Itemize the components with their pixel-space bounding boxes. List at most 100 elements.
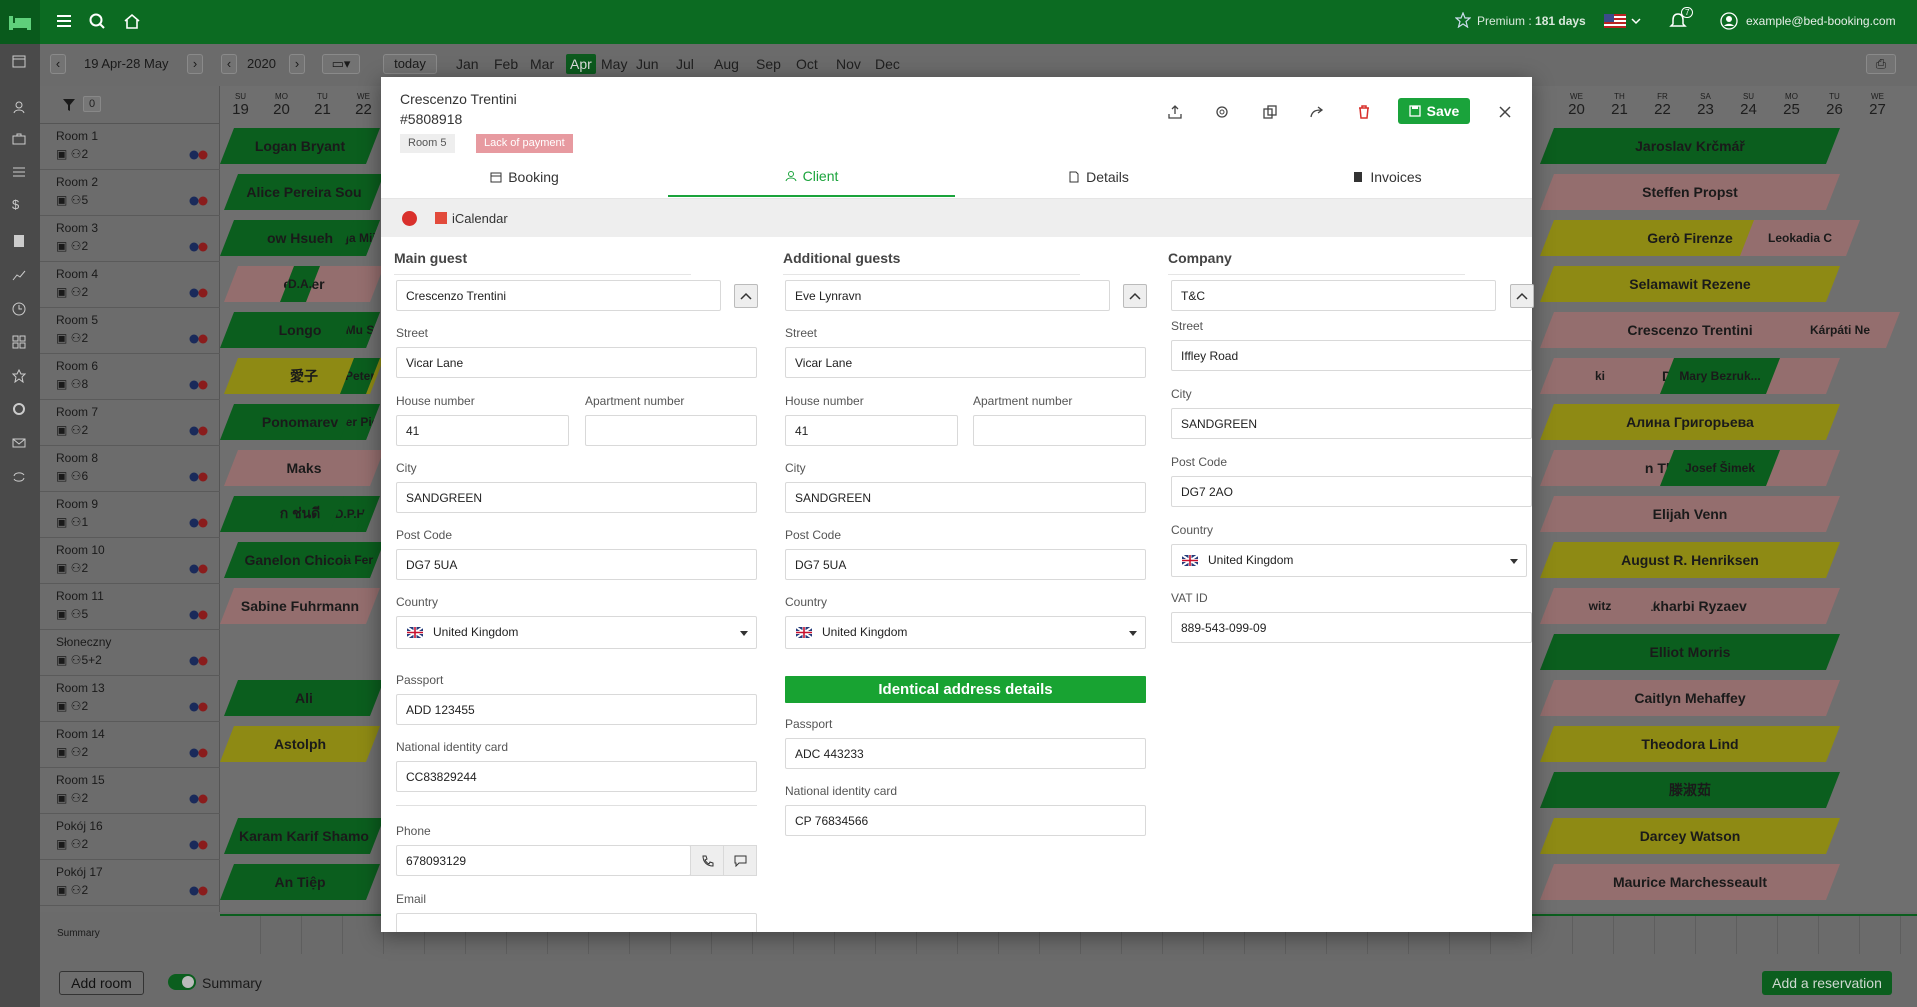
booking-block[interactable]: Logan Bryant	[220, 128, 380, 164]
month-oct[interactable]: Oct	[796, 56, 818, 72]
booking-block[interactable]: Steffen Propst	[1540, 174, 1840, 210]
booking-block[interactable]: Mary Bezruk...	[1660, 358, 1780, 394]
booking-block[interactable]: Ali	[224, 680, 384, 716]
tab-invoices[interactable]: Invoices	[1242, 157, 1532, 197]
month-jun[interactable]: Jun	[636, 56, 659, 72]
next-year-button[interactable]: ›	[289, 54, 305, 74]
user-icon[interactable]	[1720, 12, 1738, 30]
main-email-input[interactable]	[396, 913, 757, 932]
month-feb[interactable]: Feb	[494, 56, 518, 72]
collapse-company-button[interactable]	[1510, 284, 1534, 308]
document-icon[interactable]	[12, 234, 26, 248]
room-row[interactable]: Room 4 ▣ ⚇2	[40, 262, 220, 308]
company-country-select[interactable]: United Kingdom	[1171, 544, 1527, 577]
additional-passport-input[interactable]	[785, 738, 1146, 769]
room-row[interactable]: Room 7 ▣ ⚇2	[40, 400, 220, 446]
room-row[interactable]: Room 9 ▣ ⚇1	[40, 492, 220, 538]
additional-house-input[interactable]	[785, 415, 958, 446]
room-row[interactable]: Room 15 ▣ ⚇2	[40, 768, 220, 814]
additional-apartment-input[interactable]	[973, 415, 1146, 446]
main-house-input[interactable]	[396, 415, 569, 446]
booking-block[interactable]: Darcey Watson	[1540, 818, 1840, 854]
booking-block[interactable]: Caitlyn Mehaffey	[1540, 680, 1840, 716]
list-icon[interactable]	[12, 165, 26, 179]
main-street-input[interactable]	[396, 347, 757, 378]
sync-icon[interactable]	[12, 470, 26, 484]
grid-icon[interactable]	[12, 335, 26, 349]
search-icon[interactable]	[88, 12, 106, 30]
prev-year-button[interactable]: ‹	[221, 54, 237, 74]
company-city-input[interactable]	[1171, 408, 1532, 439]
booking-block[interactable]: witz	[1540, 588, 1660, 624]
bell-icon[interactable]: 7	[1668, 7, 1694, 31]
booking-block[interactable]: Josef Šimek	[1660, 450, 1780, 486]
additional-country-select[interactable]: United Kingdom	[785, 616, 1146, 649]
tab-booking[interactable]: Booking	[381, 157, 668, 197]
home-icon[interactable]	[123, 12, 141, 30]
briefcase-icon[interactable]	[12, 132, 26, 146]
booking-block[interactable]: August R. Henriksen	[1540, 542, 1840, 578]
main-phone-input[interactable]	[396, 845, 691, 876]
booking-block[interactable]: Maks	[224, 450, 384, 486]
month-sep[interactable]: Sep	[756, 56, 781, 72]
clock-icon[interactable]	[12, 302, 26, 316]
brand-bed-icon[interactable]	[0, 0, 40, 44]
room-row[interactable]: Room 10 ▣ ⚇2	[40, 538, 220, 584]
additional-street-input[interactable]	[785, 347, 1146, 378]
booking-block[interactable]: An Tiệp	[220, 864, 380, 900]
delete-icon[interactable]	[1352, 100, 1376, 124]
collapse-additional-guest-button[interactable]	[1123, 284, 1147, 308]
month-nov[interactable]: Nov	[836, 56, 861, 72]
next-range-button[interactable]: ›	[187, 54, 203, 74]
identical-address-button[interactable]: Identical address details	[785, 676, 1146, 703]
booking-block[interactable]: Elliot Morris	[1540, 634, 1840, 670]
close-icon[interactable]	[1493, 100, 1517, 124]
main-apartment-input[interactable]	[585, 415, 757, 446]
print-icon[interactable]: ⎙	[1866, 54, 1896, 74]
month-jan[interactable]: Jan	[456, 56, 479, 72]
room-row[interactable]: Pokój 16 ▣ ⚇2	[40, 814, 220, 860]
main-country-select[interactable]: United Kingdom	[396, 616, 757, 649]
room-row[interactable]: Room 2 ▣ ⚇5	[40, 170, 220, 216]
settings-gear-icon[interactable]	[1210, 100, 1234, 124]
user-email[interactable]: example@bed-booking.com	[1746, 14, 1896, 28]
save-button[interactable]: Save	[1398, 98, 1470, 124]
main-city-input[interactable]	[396, 482, 757, 513]
company-street-input[interactable]	[1171, 340, 1532, 371]
prev-range-button[interactable]: ‹	[50, 54, 66, 74]
menu-icon[interactable]	[55, 12, 73, 30]
room-row[interactable]: Słoneczny ▣ ⚇5+2	[40, 630, 220, 676]
room-row[interactable]: Room 5 ▣ ⚇2	[40, 308, 220, 354]
month-dec[interactable]: Dec	[875, 56, 900, 72]
language-selector[interactable]	[1604, 14, 1644, 28]
month-apr[interactable]: Apr	[566, 54, 596, 74]
additional-city-input[interactable]	[785, 482, 1146, 513]
upload-icon[interactable]	[1163, 100, 1187, 124]
company-name-input[interactable]	[1171, 280, 1496, 311]
booking-block[interactable]: Karam Karif Shamo	[224, 818, 384, 854]
booking-block[interactable]: Elijah Venn	[1540, 496, 1840, 532]
add-reservation-button[interactable]: Add a reservation	[1762, 971, 1892, 995]
add-room-button[interactable]: Add room	[59, 971, 144, 995]
share-icon[interactable]	[1305, 100, 1329, 124]
booking-block[interactable]: Алина Григорьева	[1540, 404, 1840, 440]
vat-id-input[interactable]	[1171, 612, 1532, 643]
main-guest-name-input[interactable]	[396, 280, 721, 311]
additional-national-id-input[interactable]	[785, 805, 1146, 836]
room-row[interactable]: Room 14 ▣ ⚇2	[40, 722, 220, 768]
copy-icon[interactable]	[1258, 100, 1282, 124]
dollar-icon[interactable]: $	[12, 197, 19, 212]
month-may[interactable]: May	[601, 56, 627, 72]
additional-postcode-input[interactable]	[785, 549, 1146, 580]
sms-button[interactable]	[723, 845, 757, 876]
date-range[interactable]: 19 Apr-28 May	[84, 56, 169, 71]
main-national-id-input[interactable]	[396, 761, 757, 792]
company-postcode-input[interactable]	[1171, 476, 1532, 507]
room-row[interactable]: Room 11 ▣ ⚇5	[40, 584, 220, 630]
room-row[interactable]: Room 3 ▣ ⚇2	[40, 216, 220, 262]
summary-toggle[interactable]	[168, 974, 196, 990]
settings-icon[interactable]	[12, 402, 26, 416]
filter-icon[interactable]	[62, 98, 76, 112]
booking-block[interactable]: Maurice Marchesseault	[1540, 864, 1840, 900]
additional-guest-name-input[interactable]	[785, 280, 1110, 311]
